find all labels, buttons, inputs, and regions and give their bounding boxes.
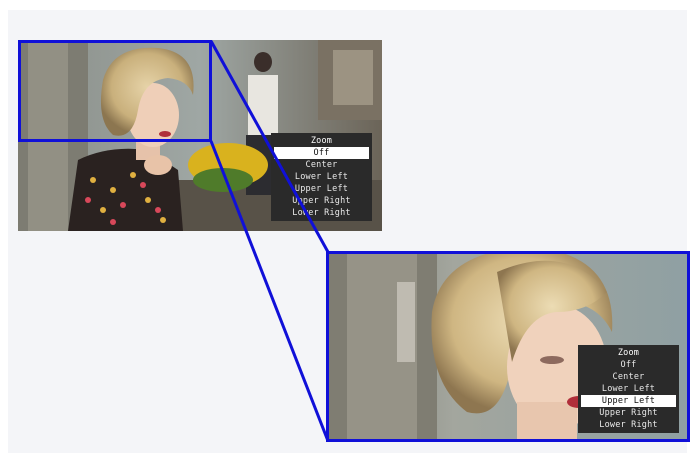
zoom-option-upper-left[interactable]: Upper Left — [274, 183, 369, 195]
zoom-menu-title: Zoom — [310, 136, 333, 146]
zoom-option-upper-right[interactable]: Upper Right — [274, 195, 369, 207]
zoomed-view-frame — [326, 251, 690, 442]
zoom-region-frame — [18, 40, 212, 142]
zoom-option-center[interactable]: Center — [274, 159, 369, 171]
zoom-option-lower-left[interactable]: Lower Left — [274, 171, 369, 183]
zoom-menu-small: Zoom Off Center Lower Left Upper Left Up… — [271, 133, 372, 221]
zoom-option-off[interactable]: Off — [274, 147, 369, 159]
zoom-option-lower-right[interactable]: Lower Right — [274, 207, 369, 219]
